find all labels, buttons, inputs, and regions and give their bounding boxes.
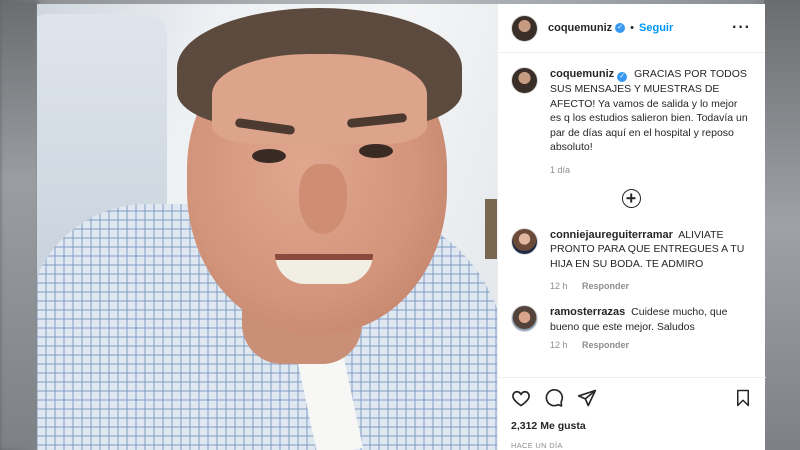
comment-item: ramosterrazas Cuidese mucho, que bueno q… — [511, 305, 751, 350]
backdrop-left-edge — [0, 0, 38, 450]
post-photo[interactable] — [37, 4, 497, 450]
heart-icon[interactable] — [511, 388, 531, 408]
reply-button[interactable]: Responder — [582, 340, 629, 350]
more-options-icon[interactable]: ··· — [732, 19, 751, 37]
comment-time: 12 h — [550, 281, 568, 291]
comment-avatar[interactable] — [511, 305, 538, 332]
caption-time: 1 día — [550, 164, 571, 175]
author-username[interactable]: coquemuniz — [548, 22, 612, 34]
load-more-comments[interactable] — [511, 188, 751, 208]
caption-username[interactable]: coquemuniz — [550, 68, 614, 80]
post-actions: 2,312 Me gusta HACE UN DÍA — [498, 377, 766, 450]
comment-icon[interactable] — [544, 388, 564, 408]
bookmark-icon[interactable] — [734, 388, 752, 408]
reply-button[interactable]: Responder — [582, 281, 629, 291]
caption-avatar[interactable] — [511, 67, 538, 94]
comment-username[interactable]: ramosterrazas — [550, 306, 625, 318]
separator-dot: • — [630, 22, 635, 34]
comment-username[interactable]: conniejaureguiterramar — [550, 229, 673, 241]
smile — [275, 254, 373, 284]
author-avatar[interactable] — [511, 14, 538, 42]
instagram-post: coquemuniz ✓ • Seguir ··· coquemuniz ✓ GR… — [37, 4, 766, 450]
follow-button[interactable]: Seguir — [639, 22, 673, 34]
caption-text: GRACIAS POR TODOS SUS MENSAJES Y MUESTRA… — [550, 68, 748, 153]
likes-count[interactable]: 2,312 Me gusta — [511, 420, 752, 432]
comment-item: conniejaureguiterramar ALIVIATE PRONTO P… — [511, 227, 751, 291]
post-timestamp: HACE UN DÍA — [511, 441, 563, 450]
caption: coquemuniz ✓ GRACIAS POR TODOS SUS MENSAJ… — [511, 67, 751, 175]
share-icon[interactable] — [577, 388, 597, 408]
post-header: coquemuniz ✓ • Seguir ··· — [498, 4, 765, 53]
plus-circle-icon[interactable] — [621, 188, 641, 208]
comments-list: coquemuniz ✓ GRACIAS POR TODOS SUS MENSAJ… — [498, 53, 765, 373]
verified-badge-icon: ✓ — [615, 23, 626, 33]
comment-avatar[interactable] — [511, 227, 538, 255]
comment-time: 12 h — [550, 340, 568, 350]
backdrop-right-edge — [764, 0, 800, 450]
verified-badge-icon: ✓ — [617, 72, 628, 82]
post-side-panel: coquemuniz ✓ • Seguir ··· coquemuniz ✓ GR… — [497, 4, 766, 450]
